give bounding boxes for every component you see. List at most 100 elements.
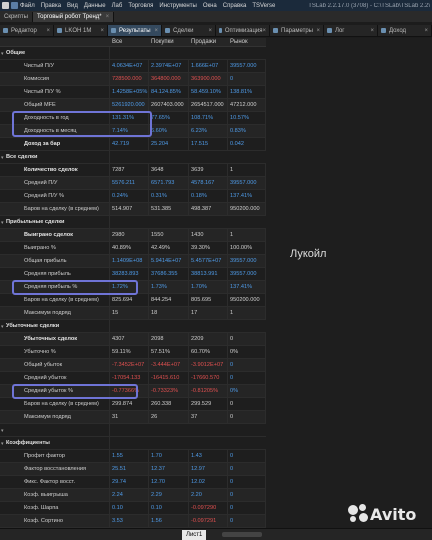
- collapse-icon[interactable]: ▾: [1, 51, 4, 57]
- collapse-icon[interactable]: ▾: [1, 220, 4, 226]
- close-icon[interactable]: ×: [424, 28, 428, 34]
- table-row[interactable]: Средний П/У 5576.211 6571.793 4578.167 39557…: [0, 177, 266, 190]
- table-row[interactable]: Фактор восстановления 25.51 12.37 12.97 0: [0, 463, 266, 476]
- table-row[interactable]: Средний П/У % 0.24% 0.31% 0.18% 137.41%: [0, 190, 266, 203]
- table-row[interactable]: Баров на сделку (в среднем) 299.874 260.33…: [0, 398, 266, 411]
- cell-value: 2654517.000: [189, 99, 228, 112]
- tab-deals[interactable]: Сделки ×: [162, 25, 216, 36]
- cell-value: 84.124.85%: [149, 86, 189, 99]
- close-icon[interactable]: ×: [208, 28, 212, 34]
- menu-edit[interactable]: Правка: [41, 3, 61, 9]
- column-header-all[interactable]: Все: [112, 39, 122, 45]
- table-row[interactable]: Выиграно % 40.89% 42.49% 39.30% 100.00%: [0, 242, 266, 255]
- table-row[interactable]: Выиграно сделок 2980 1550 1430 1: [0, 229, 266, 242]
- close-icon[interactable]: ×: [106, 14, 110, 20]
- section-row[interactable]: Все сделки ▾: [0, 151, 266, 164]
- close-icon[interactable]: ×: [100, 28, 104, 34]
- table-row[interactable]: Доход за бар 42.719 25.204 17.515 0.042: [0, 138, 266, 151]
- section-row[interactable]: ▾: [0, 424, 266, 437]
- table-row[interactable]: Доходность в месяц 7.14% 6.60% 6.23% 0.83%: [0, 125, 266, 138]
- table-row[interactable]: Коэф. Сортино 3.53 1.56 -0.097291 0: [0, 515, 266, 528]
- table-row[interactable]: Убыточных сделок 4307 2098 2209 0: [0, 333, 266, 346]
- table-row[interactable]: Максимум подряд 15 18 17 1: [0, 307, 266, 320]
- table-row[interactable]: Чистый П/У 4.0634E+07 2.3974E+07 1.666E+07 3…: [0, 60, 266, 73]
- column-header-sells[interactable]: Продажи: [191, 39, 216, 45]
- menu-view[interactable]: Вид: [67, 3, 78, 9]
- cell-value: 31: [110, 411, 149, 424]
- menu-windows[interactable]: Окна: [203, 3, 217, 9]
- menu-tools[interactable]: Инструменты: [159, 3, 196, 9]
- close-icon[interactable]: ×: [262, 28, 266, 34]
- editor-icon: [3, 28, 8, 33]
- cell-value: -0.77366%: [110, 385, 149, 398]
- cell-value: 5576.211: [110, 177, 149, 190]
- section-row[interactable]: Общие ▾: [0, 47, 266, 60]
- table-row[interactable]: Чистый П/У % 1.4258E+05% 84.124.85% 58.459.…: [0, 86, 266, 99]
- tab-editor[interactable]: Редактор ×: [0, 25, 54, 36]
- cell-value: 6.23%: [189, 125, 228, 138]
- column-header-buys[interactable]: Покупки: [151, 39, 174, 45]
- table-row[interactable]: Общий MFE 5261920.000 2607403.000 2654517.0…: [0, 99, 266, 112]
- horizontal-scrollbar[interactable]: [222, 532, 262, 537]
- collapse-icon[interactable]: ▾: [1, 155, 4, 161]
- cell-value: 3.53: [110, 515, 149, 528]
- cell-value: 2980: [110, 229, 149, 242]
- table-row[interactable]: Средняя прибыль 38283.893 37686.355 38813.9…: [0, 268, 266, 281]
- section-row[interactable]: Убыточные сделки ▾: [0, 320, 266, 333]
- menu-tsverse[interactable]: TSVerse: [252, 3, 275, 9]
- table-row[interactable]: Профит фактор 1.55 1.70 1.43 0: [0, 450, 266, 463]
- collapse-icon[interactable]: ▾: [1, 441, 4, 447]
- menu-lab[interactable]: Лаб: [112, 3, 123, 9]
- metric-label: Баров на сделку (в среднем): [0, 294, 110, 307]
- cell-value: 29.74: [110, 476, 149, 489]
- window-icon: [11, 2, 18, 9]
- table-row[interactable]: Коэф. выигрыша 2.24 2.29 2.20 0: [0, 489, 266, 502]
- tab-optimization[interactable]: Оптимизация ×: [216, 25, 270, 36]
- table-row[interactable]: Баров на сделку (в среднем) 825.694 844.25…: [0, 294, 266, 307]
- cell-value: 3639: [189, 164, 228, 177]
- menu-help[interactable]: Справка: [223, 3, 247, 9]
- column-header-market[interactable]: Рынок: [230, 39, 248, 45]
- table-row[interactable]: Средний убыток % -0.77366% -0.73323% -0.812…: [0, 385, 266, 398]
- table-row[interactable]: Комиссия 728500.000 364800.000 363900.000 0: [0, 73, 266, 86]
- section-title: Прибыльные сделки: [0, 216, 110, 229]
- metric-label: Чистый П/У: [0, 60, 110, 73]
- close-icon[interactable]: ×: [316, 28, 320, 34]
- metric-label: Средний убыток %: [0, 385, 110, 398]
- sheet-tab[interactable]: Лист1: [182, 530, 207, 540]
- cell-value: 5.9414E+07: [149, 255, 189, 268]
- tab-scripts[interactable]: Скрипты: [0, 12, 33, 22]
- cell-value: 26: [149, 411, 189, 424]
- tab-income[interactable]: Доход ×: [378, 25, 432, 36]
- table-row[interactable]: Фикс. Фактор восст. 29.74 12.70 12.02 0: [0, 476, 266, 489]
- cell-value: 58.459.10%: [189, 86, 228, 99]
- collapse-icon[interactable]: ▾: [1, 324, 4, 330]
- cell-value: 39.30%: [189, 242, 228, 255]
- table-row[interactable]: Количество сделок 7287 3648 3639 1: [0, 164, 266, 177]
- table-row[interactable]: Максимум подряд 31 26 37 0: [0, 411, 266, 424]
- menu-file[interactable]: Файл: [20, 3, 35, 9]
- close-icon[interactable]: ×: [370, 28, 374, 34]
- section-row[interactable]: Коэффициенты ▾: [0, 437, 266, 450]
- collapse-icon[interactable]: ▾: [1, 428, 4, 434]
- tab-trend-robot[interactable]: Торговый робот Тренд* ×: [32, 12, 115, 22]
- menu-trading[interactable]: Торговля: [128, 3, 153, 9]
- close-icon[interactable]: ×: [154, 28, 158, 34]
- table-row[interactable]: Средний убыток -17054.133 -16415.610 -17660…: [0, 372, 266, 385]
- tab-chart[interactable]: LKOH 1M ×: [54, 25, 108, 36]
- table-row[interactable]: Средняя прибыль % 1.72% 1.73% 1.70% 137.41%: [0, 281, 266, 294]
- table-row[interactable]: Убыточно % 59.11% 57.51% 60.70% 0%: [0, 346, 266, 359]
- tab-log[interactable]: Лог ×: [324, 25, 378, 36]
- close-icon[interactable]: ×: [46, 28, 50, 34]
- cell-value: 0.83%: [228, 125, 266, 138]
- table-row[interactable]: Общий убыток -7.3452E+07 -3.444E+07 -3.9012…: [0, 359, 266, 372]
- section-row[interactable]: Прибыльные сделки ▾: [0, 216, 266, 229]
- cell-value: 0.10: [110, 502, 149, 515]
- tab-results[interactable]: Результаты ×: [108, 25, 162, 36]
- table-row[interactable]: Коэф. Шарпа 0.10 0.10 -0.097290 0: [0, 502, 266, 515]
- table-row[interactable]: Доходность в год 131.31% 77.65% 108.71% 10.5…: [0, 112, 266, 125]
- table-row[interactable]: Общая прибыль 1.1409E+08 5.9414E+07 5.4577E…: [0, 255, 266, 268]
- menu-data[interactable]: Данные: [84, 3, 106, 9]
- table-row[interactable]: Баров на сделку (в среднем) 514.907 531.38…: [0, 203, 266, 216]
- tab-parameters[interactable]: Параметры ×: [270, 25, 324, 36]
